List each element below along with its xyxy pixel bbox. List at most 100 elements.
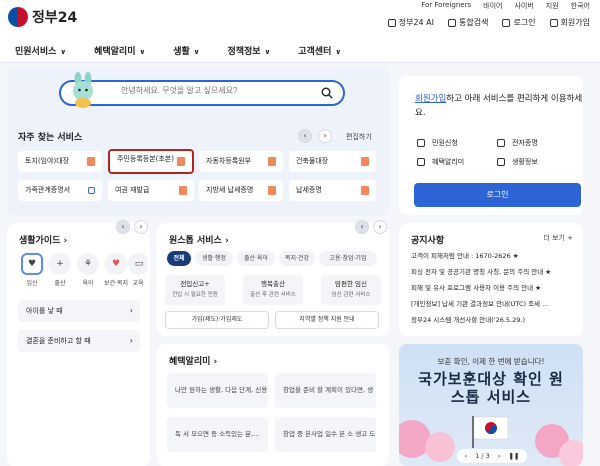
login-service-item[interactable]: 민원신청	[417, 138, 497, 148]
next-button[interactable]: ›	[134, 220, 148, 234]
service-tile[interactable]: 토지(임야)대장	[18, 151, 102, 172]
nav-item-civil[interactable]: 민원서비스 ∨	[15, 44, 66, 57]
filter-pill[interactable]: 복지·건강	[279, 251, 315, 266]
banner-pager[interactable]: ‹ 1 / 3 › ❚❚	[457, 449, 527, 463]
document-icon	[179, 186, 187, 195]
one-stop-service-card[interactable]: 맘편한 임신 임신 관련 서비스	[321, 275, 381, 305]
service-tile[interactable]: 지방세 납세증명	[199, 180, 283, 201]
stroller-icon: ⚘	[77, 253, 99, 275]
info-icon	[497, 158, 505, 166]
filter-pill-all[interactable]: 전체	[167, 251, 191, 266]
benefit-item[interactable]: 창업을 준비 할 계획이 있다면, 생 ...	[275, 373, 376, 408]
service-tile[interactable]: 건축물대장	[289, 151, 376, 172]
prev-button[interactable]: ‹	[116, 220, 130, 234]
one-stop-link[interactable]: 가입(제도)·가입제도	[165, 311, 269, 329]
filter-pill[interactable]: 고용·창업·기업	[319, 251, 377, 266]
chevron-right-icon: ›	[323, 131, 327, 140]
nav-item-life[interactable]: 생활 ∨	[173, 44, 199, 57]
birth-icon: +	[49, 253, 71, 275]
benefits-title-text: 혜택알리미	[169, 357, 211, 367]
signup-inline-link[interactable]: 회원가입	[415, 94, 446, 104]
filter-pill[interactable]: 출산·육아	[237, 251, 275, 266]
service-tile[interactable]: 자동차등록원부	[199, 151, 283, 172]
service-tile[interactable]: 납세증명	[289, 180, 376, 201]
document-icon	[268, 186, 276, 195]
util-link-foreigners[interactable]: For Foreigners	[421, 1, 471, 11]
one-stop-title[interactable]: 원스톱 서비스 ›	[169, 233, 229, 246]
login-service-item[interactable]: 생활정보	[497, 157, 577, 167]
service-tile[interactable]: 여권 재발급	[108, 180, 194, 201]
ai-icon	[387, 18, 396, 27]
user-icon	[549, 18, 558, 27]
category-label: 교육	[132, 280, 144, 287]
category-education[interactable]: ▭ 교육	[128, 253, 148, 287]
chevron-left-icon: ‹	[360, 222, 364, 231]
life-guide-row[interactable]: 결혼을 준비하고 할 때 ›	[18, 330, 140, 352]
search-input[interactable]	[121, 86, 301, 95]
service-tile[interactable]: 가족관계증명서	[18, 180, 102, 201]
benefit-item[interactable]: 창업 중 본사업 일수 본 소 생고 도움,	[275, 417, 376, 452]
pause-icon[interactable]: ❚❚	[509, 452, 520, 460]
nav-item-benefits[interactable]: 혜택알리미 ∨	[94, 44, 145, 57]
promo-banner[interactable]: 보훈 확인, 이제 한 번에 받습니다! 국가보훈대상 확인 원스톱 서비스 ‹…	[399, 344, 583, 466]
chevron-left-icon: ‹	[121, 222, 125, 231]
ai-button[interactable]: 정부24 AI	[387, 17, 434, 28]
notice-item[interactable]: 정부24 시스템 개선사항 안내('26.5.29.)	[411, 314, 581, 324]
notice-more-link[interactable]: 더 보기 +	[543, 233, 573, 243]
category-birth[interactable]: + 출산	[48, 253, 72, 287]
util-link-support[interactable]: 지원	[546, 1, 559, 11]
doc-apply-icon	[417, 139, 425, 147]
site-logo[interactable]: 정부24	[8, 7, 77, 27]
nav-label: 민원서비스	[15, 46, 57, 57]
nav-item-policy[interactable]: 정책정보 ∨	[227, 44, 270, 57]
util-link-buyer[interactable]: 바이어	[483, 1, 502, 11]
service-tile-highlighted[interactable]: 주민등록등본(초본)	[108, 149, 194, 174]
chevron-left-icon[interactable]: ‹	[465, 452, 468, 460]
notice-item[interactable]: 피싱 전자 및 공공기관 명칭 사칭, 문의 주의 안내 ★	[411, 266, 581, 276]
certificate-icon	[497, 139, 505, 147]
banner-headline: 국가보훈대상 확인 원스톱 서비스	[418, 370, 564, 406]
benefit-item[interactable]: 독 서 모으면 등 소득있는 분,...	[167, 417, 268, 452]
one-stop-service-card[interactable]: 행복출산 출산 후 관련 서비스	[243, 275, 303, 305]
one-stop-service-title: 전입신고+	[180, 280, 210, 288]
login-service-item[interactable]: 전자증명	[497, 138, 577, 148]
one-stop-service-sub: 임신 관련 서비스	[331, 292, 371, 298]
category-childcare[interactable]: ⚘ 육아	[76, 253, 100, 287]
ai-label: 정부24 AI	[398, 18, 434, 27]
language-select[interactable]: 한국어	[571, 1, 590, 11]
prev-button[interactable]: ‹	[355, 220, 369, 234]
nav-label: 정책정보	[227, 46, 261, 57]
login-link[interactable]: 로그인	[502, 17, 536, 28]
next-button[interactable]: ›	[318, 129, 332, 143]
notice-item[interactable]: 피해 및 유사 프로그램 사용자 이용 주의 안내 ★	[411, 282, 581, 292]
chevron-left-icon: ‹	[303, 131, 307, 140]
life-guide-row[interactable]: 아이를 낳 때 ›	[18, 300, 140, 322]
integrated-search-button[interactable]: 통합검색	[448, 17, 488, 28]
next-button[interactable]: ›	[373, 220, 387, 234]
prev-button[interactable]: ‹	[298, 129, 312, 143]
login-service-item[interactable]: 혜택알리미	[417, 157, 497, 167]
search-icon[interactable]	[321, 87, 333, 99]
life-guide-row-label: 아이를 낳 때	[26, 307, 63, 315]
nav-item-support[interactable]: 고객센터 ∨	[298, 44, 341, 57]
frequent-services-title: 자주 찾는 서비스	[18, 133, 83, 143]
edit-frequent-link[interactable]: 편집하기	[346, 132, 372, 142]
category-pregnancy[interactable]: ♥ 임신	[20, 253, 44, 287]
benefits-title[interactable]: 혜택알리미 ›	[169, 354, 217, 367]
category-welfare[interactable]: ♥ 보건·복지	[104, 253, 128, 287]
signup-link[interactable]: 회원가입	[549, 17, 590, 28]
notice-item[interactable]: [개인정보] 납세 기관 결과정보 안내(UTC) 조세 ...	[411, 298, 581, 308]
login-button[interactable]: 로그인	[414, 183, 581, 207]
filter-pill[interactable]: 생활·행정	[195, 251, 233, 266]
util-link-cyber[interactable]: 사이버	[514, 1, 533, 11]
one-stop-service-card[interactable]: 전입신고+ 전입 시 필요한 민원	[165, 275, 225, 305]
one-stop-link[interactable]: 지역별 정책 지원 안내	[275, 311, 379, 329]
notice-item[interactable]: 고객이 피해처럼 안내 : 1670-2626 ★	[411, 250, 581, 260]
flower-decoration	[559, 440, 583, 466]
life-guide-card: 생활가이드 › ‹ › ♥ 임신 + 출산 ⚘ 육아 ♥ 보건·복지 ▭ 교육 아이를 낳…	[7, 220, 150, 466]
search-box	[59, 80, 345, 106]
heart-icon: ♥	[105, 253, 127, 275]
life-guide-title[interactable]: 생활가이드 ›	[19, 233, 67, 246]
benefit-item[interactable]: 나만 원하는 생활, 다음 단계, 신용...	[167, 373, 268, 408]
chevron-right-icon[interactable]: ›	[498, 452, 501, 460]
